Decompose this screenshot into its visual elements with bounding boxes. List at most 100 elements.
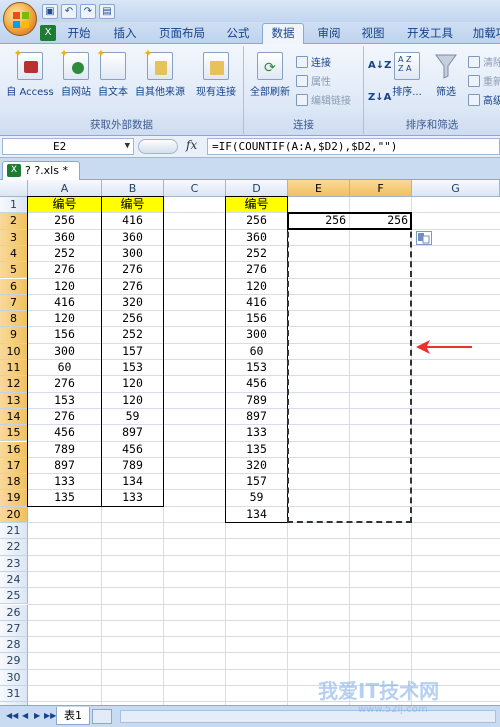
column-header-g[interactable]: G (412, 180, 500, 197)
paste-options-icon[interactable] (416, 230, 432, 245)
cell[interactable]: 789 (102, 458, 163, 473)
row-header[interactable]: 26 (0, 604, 28, 621)
cell[interactable]: 60 (226, 344, 287, 359)
cell[interactable]: 276 (102, 262, 163, 277)
row-header[interactable]: 24 (0, 571, 28, 589)
cell[interactable]: 252 (102, 327, 163, 342)
column-header-d[interactable]: D (226, 180, 288, 197)
filter-button[interactable]: 筛选 (430, 52, 462, 98)
cell[interactable]: 157 (226, 474, 287, 489)
row-header[interactable]: 6 (0, 278, 28, 295)
cell[interactable]: 157 (102, 344, 163, 359)
cell[interactable]: 276 (28, 409, 101, 424)
sheet-tab-1[interactable]: 表1 (56, 707, 90, 725)
cell[interactable]: 153 (28, 393, 101, 408)
cell[interactable]: 789 (226, 393, 287, 408)
cell[interactable]: 276 (226, 262, 287, 277)
clear-filter-button[interactable]: 清除 (468, 54, 500, 69)
cell[interactable]: 897 (28, 458, 101, 473)
tab-data[interactable]: 数据 (262, 23, 304, 45)
cell[interactable]: 135 (28, 490, 101, 505)
tab-insert[interactable]: 插入 (108, 24, 142, 44)
cell[interactable]: 416 (102, 213, 163, 228)
chevron-down-icon[interactable]: ▼ (125, 139, 130, 154)
column-header-e[interactable]: E (288, 180, 350, 197)
row-header[interactable]: 27 (0, 620, 28, 638)
row-header[interactable]: 5 (0, 262, 28, 279)
cell[interactable]: 256 (288, 213, 349, 228)
row-header[interactable]: 16 (0, 441, 28, 458)
tab-formulas[interactable]: 公式 (221, 24, 255, 44)
edit-links-button[interactable]: 编辑链接 (296, 92, 351, 107)
cell[interactable]: 134 (226, 507, 287, 522)
row-header[interactable]: 12 (0, 376, 28, 393)
row-header[interactable]: 28 (0, 637, 28, 654)
name-box[interactable]: E2 ▼ (2, 138, 134, 155)
cell[interactable]: 156 (28, 327, 101, 342)
row-header[interactable]: 19 (0, 490, 28, 507)
cell[interactable]: 276 (28, 262, 101, 277)
tab-page-layout[interactable]: 页面布局 (152, 24, 212, 44)
row-header[interactable]: 31 (0, 686, 28, 703)
cell[interactable]: 120 (28, 279, 101, 294)
row-header[interactable]: 4 (0, 245, 28, 263)
cell[interactable]: 252 (226, 246, 287, 261)
cell[interactable]: 135 (226, 442, 287, 457)
redo-icon[interactable]: ↷ (80, 3, 96, 19)
cell[interactable]: 60 (28, 360, 101, 375)
cell[interactable]: 编号 (226, 197, 287, 213)
cell[interactable]: 416 (226, 295, 287, 310)
office-button[interactable] (3, 2, 37, 36)
row-header[interactable]: 29 (0, 653, 28, 670)
cell[interactable]: 320 (226, 458, 287, 473)
cell[interactable]: 276 (102, 279, 163, 294)
worksheet-grid[interactable]: A B C D E F G 1 2 3 4 5 6 7 8 9 10 11 12 13 14 15 16 17 18 19 20 21… (0, 180, 500, 705)
row-header[interactable]: 3 (0, 229, 28, 246)
row-header[interactable]: 18 (0, 474, 28, 491)
column-header-a[interactable]: A (28, 180, 102, 197)
cell[interactable]: 360 (102, 230, 163, 245)
horizontal-scrollbar[interactable] (120, 710, 496, 723)
tab-view[interactable]: 视图 (356, 24, 390, 44)
cell[interactable]: 252 (28, 246, 101, 261)
cell[interactable]: 897 (102, 425, 163, 440)
cell[interactable]: 300 (226, 327, 287, 342)
cell[interactable]: 300 (102, 246, 163, 261)
cell[interactable]: 59 (226, 490, 287, 505)
cell[interactable]: 156 (226, 311, 287, 326)
cell[interactable]: 133 (28, 474, 101, 489)
cell[interactable]: 120 (28, 311, 101, 326)
row-header[interactable]: 17 (0, 457, 28, 475)
connections-button[interactable]: 连接 (296, 54, 331, 69)
row-header[interactable]: 2 (0, 213, 28, 230)
row-header[interactable]: 13 (0, 392, 28, 409)
row-header[interactable]: 10 (0, 343, 28, 360)
cell[interactable]: 133 (226, 425, 287, 440)
cell[interactable]: 59 (102, 409, 163, 424)
cell[interactable]: 120 (102, 393, 163, 408)
row-header[interactable]: 11 (0, 360, 28, 377)
prev-sheet-button[interactable]: ◀ (22, 711, 28, 720)
cell[interactable]: 320 (102, 295, 163, 310)
cell[interactable]: 360 (226, 230, 287, 245)
advanced-filter-button[interactable]: 高级 (468, 92, 500, 107)
print-preview-icon[interactable]: ▤ (99, 3, 115, 19)
row-header[interactable]: 9 (0, 327, 28, 344)
cell[interactable]: 120 (226, 279, 287, 294)
cell[interactable]: 416 (28, 295, 101, 310)
existing-connections-button[interactable]: 现有连接 (192, 52, 240, 98)
cell[interactable]: 456 (28, 425, 101, 440)
row-header[interactable]: 15 (0, 425, 28, 442)
column-header-b[interactable]: B (102, 180, 164, 197)
formula-input[interactable]: =IF(COUNTIF(A:A,$D2),$D2,"") (207, 138, 500, 155)
cell[interactable]: 360 (28, 230, 101, 245)
column-header-c[interactable]: C (164, 180, 226, 197)
cell[interactable]: 133 (102, 490, 163, 505)
save-icon[interactable]: ▣ (42, 3, 58, 19)
cell[interactable]: 153 (102, 360, 163, 375)
workbook-tab[interactable]: X ? ?.xls * (2, 161, 80, 180)
cell[interactable]: 134 (102, 474, 163, 489)
row-header[interactable]: 30 (0, 669, 28, 686)
row-header[interactable]: 23 (0, 555, 28, 572)
sort-ascending-button[interactable]: A↓Z (368, 60, 391, 71)
